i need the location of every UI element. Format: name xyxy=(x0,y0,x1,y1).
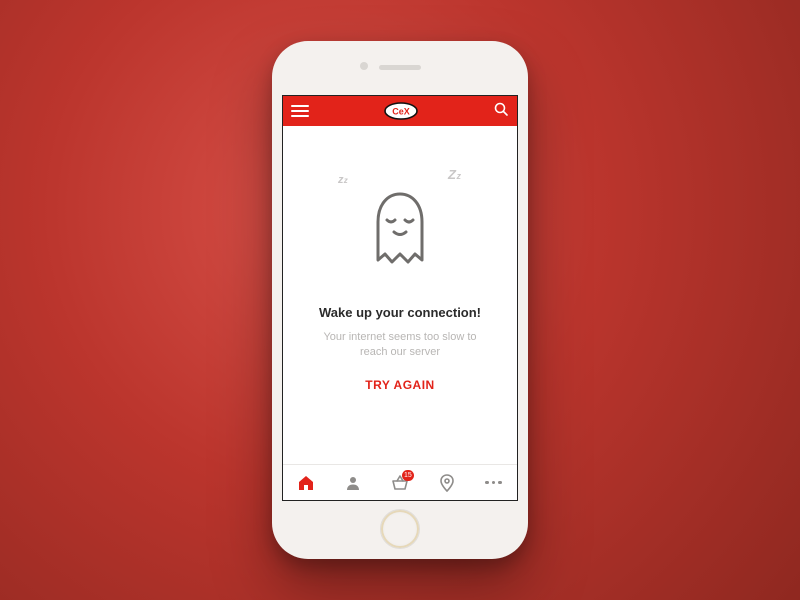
menu-icon[interactable] xyxy=(291,105,309,117)
phone-home-button[interactable] xyxy=(380,509,420,549)
app-screen: CeX z z Z z xyxy=(282,95,518,501)
phone-frame: CeX z z Z z xyxy=(272,41,528,559)
pin-icon xyxy=(439,474,455,492)
app-topbar: CeX xyxy=(283,96,517,126)
brand-logo[interactable]: CeX xyxy=(381,101,421,121)
zzz-right-icon: Z z xyxy=(448,170,460,180)
error-panel: z z Z z Wake up your connection! Your in… xyxy=(283,126,517,464)
tab-basket[interactable]: 15 xyxy=(377,465,424,500)
sleeping-ghost-icon xyxy=(364,188,436,274)
try-again-button[interactable]: TRY AGAIN xyxy=(365,378,434,392)
basket-badge: 15 xyxy=(402,470,414,481)
search-icon[interactable] xyxy=(493,101,509,122)
person-icon xyxy=(344,474,362,492)
phone-speaker xyxy=(379,65,421,70)
more-icon xyxy=(485,481,502,485)
zzz-left-icon: z z xyxy=(338,176,347,185)
tab-more[interactable] xyxy=(470,465,517,500)
home-icon xyxy=(297,474,315,492)
phone-camera xyxy=(360,62,368,70)
ghost-illustration: z z Z z xyxy=(364,188,436,279)
tab-location[interactable] xyxy=(423,465,470,500)
bottom-tabbar: 15 xyxy=(283,464,517,500)
tab-profile[interactable] xyxy=(330,465,377,500)
error-subtext: Your internet seems too slow to reach ou… xyxy=(315,330,485,361)
error-headline: Wake up your connection! xyxy=(319,305,481,320)
tab-home[interactable] xyxy=(283,465,330,500)
brand-text: CeX xyxy=(392,107,410,117)
